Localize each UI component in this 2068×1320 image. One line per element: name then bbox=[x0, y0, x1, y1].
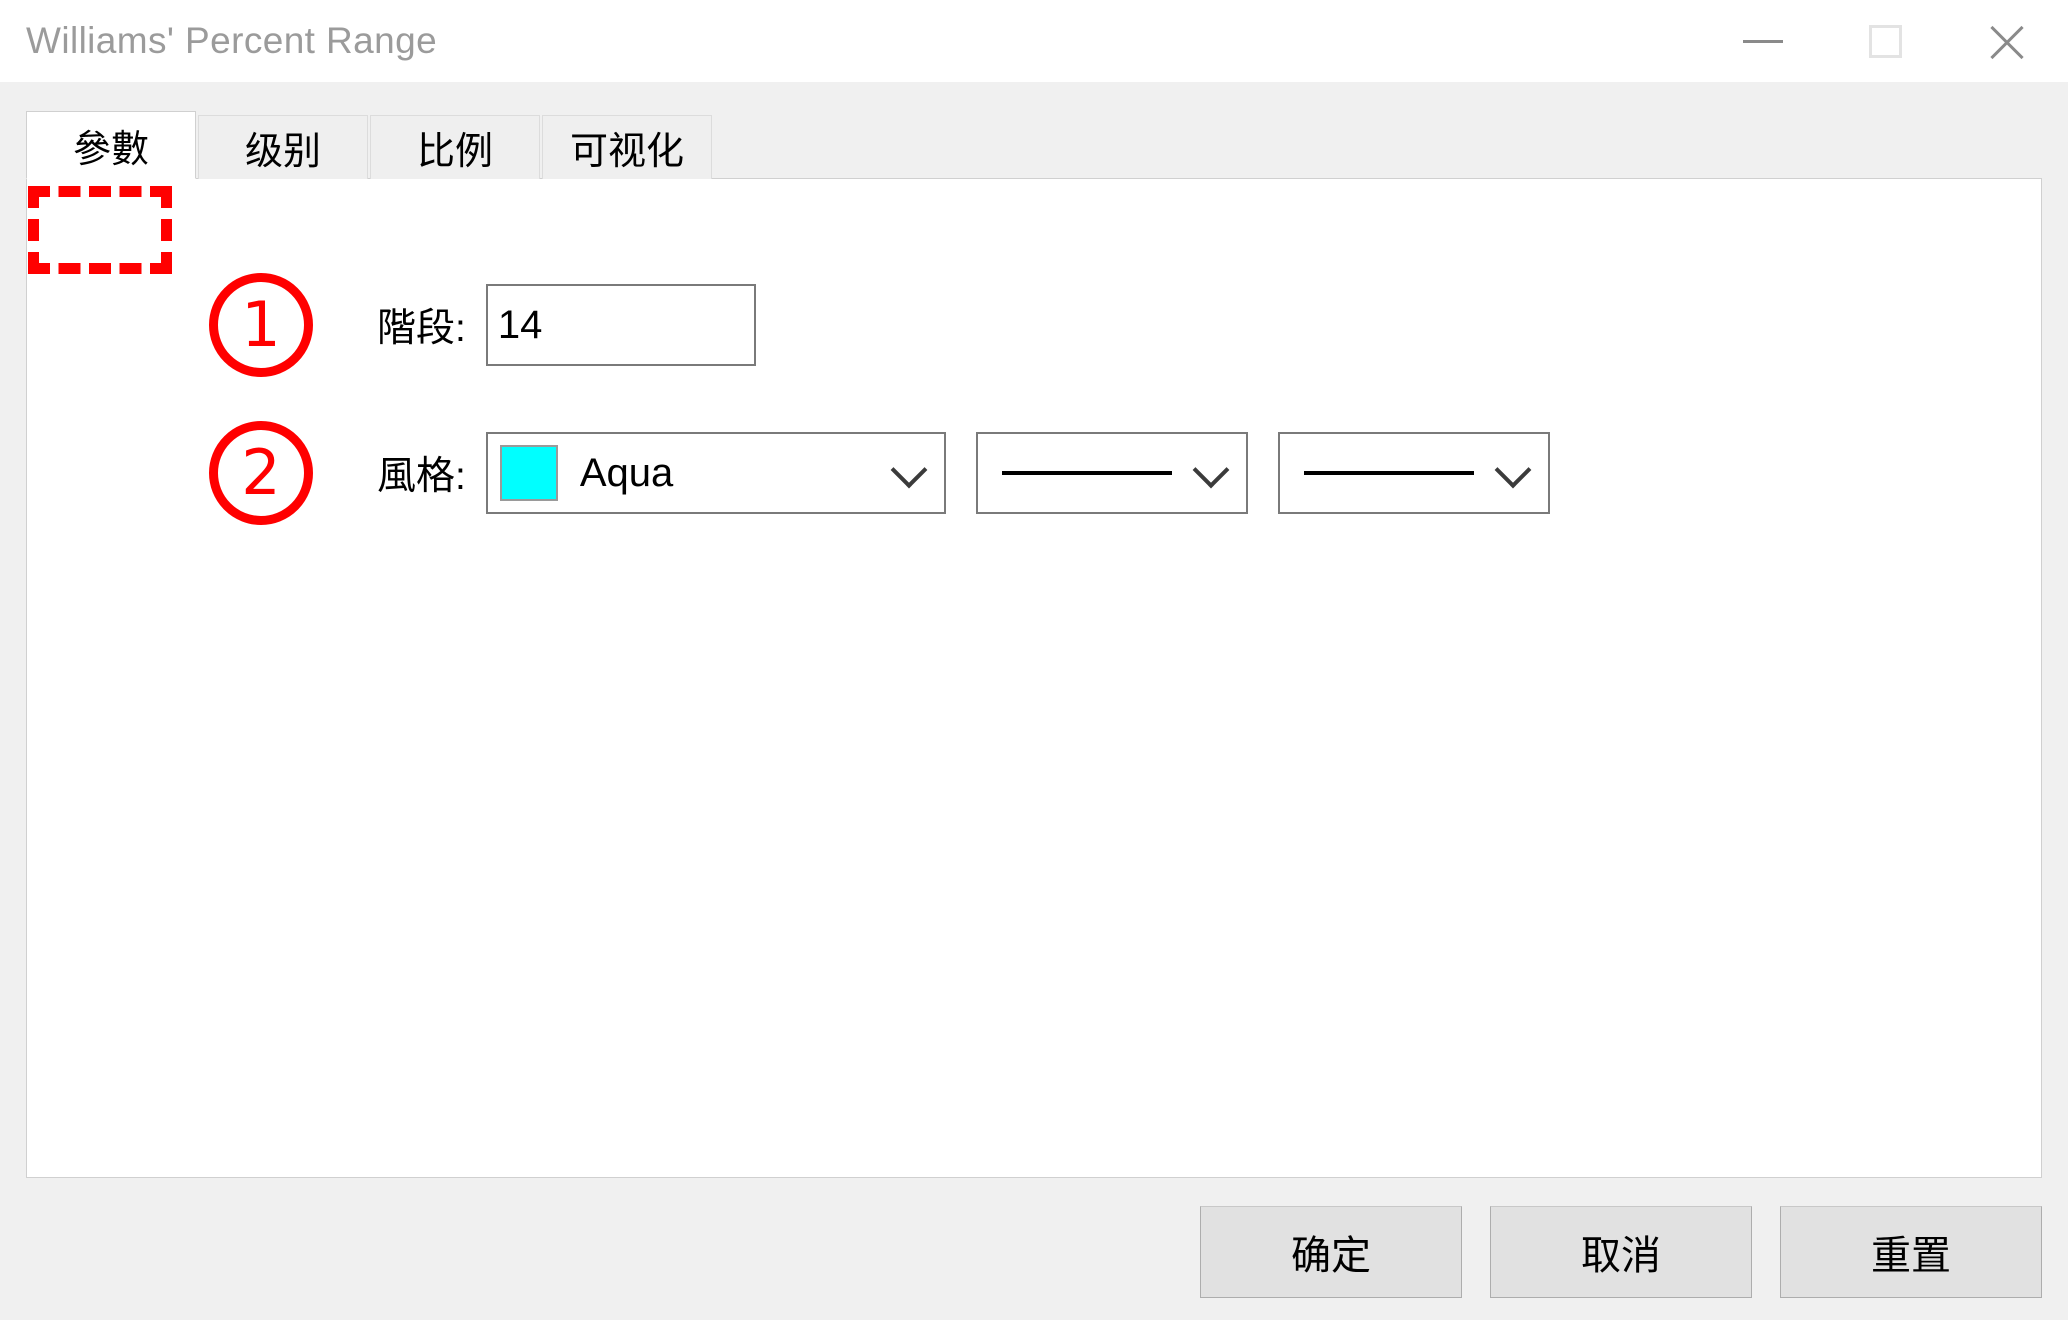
title-bar: Williams' Percent Range bbox=[0, 0, 2068, 82]
tab-scale[interactable]: 比例 bbox=[370, 115, 540, 179]
cancel-button[interactable]: 取消 bbox=[1490, 1206, 1752, 1298]
tab-scale-label: 比例 bbox=[416, 131, 493, 173]
tab-levels[interactable]: 级别 bbox=[198, 115, 368, 179]
color-select-value: Aqua bbox=[579, 450, 674, 495]
period-input[interactable]: 14 bbox=[485, 284, 756, 366]
solid-line-icon bbox=[1303, 471, 1474, 475]
close-icon bbox=[1985, 19, 2029, 63]
minimize-button[interactable] bbox=[1702, 0, 1824, 82]
tab-parameters-label: 參數 bbox=[72, 128, 149, 171]
tab-visualization-label: 可视化 bbox=[569, 131, 684, 173]
tab-parameters[interactable]: 參數 bbox=[26, 111, 196, 179]
chevron-down-icon bbox=[1494, 451, 1532, 489]
tab-bar: 參數 级别 比例 可视化 bbox=[26, 111, 714, 179]
window-controls bbox=[1702, 0, 2068, 82]
tab-visualization[interactable]: 可视化 bbox=[542, 115, 712, 179]
dialog-window: Williams' Percent Range 參數 级别 比例 可视化 1 階… bbox=[0, 0, 2068, 1320]
form-row-period: 1 階段: 14 bbox=[27, 273, 756, 377]
dialog-body: 參數 级别 比例 可视化 1 階段: 14 2 風格: Aqua 确定 取消 重… bbox=[0, 82, 2068, 1320]
reset-button[interactable]: 重置 bbox=[1780, 1206, 2042, 1298]
window-title: Williams' Percent Range bbox=[26, 20, 438, 61]
tab-panel-parameters: 1 階段: 14 2 風格: Aqua bbox=[26, 178, 2042, 1178]
ok-button[interactable]: 确定 bbox=[1200, 1206, 1462, 1298]
chevron-down-icon bbox=[1192, 451, 1230, 489]
close-button[interactable] bbox=[1946, 0, 2068, 82]
maximize-icon bbox=[1868, 24, 1902, 58]
solid-line-icon bbox=[1001, 471, 1172, 475]
chevron-down-icon bbox=[890, 451, 928, 489]
color-select[interactable]: Aqua bbox=[485, 432, 946, 514]
minimize-icon bbox=[1743, 39, 1783, 43]
form-row-style: 2 風格: Aqua bbox=[27, 421, 1550, 525]
footer-buttons: 确定 取消 重置 bbox=[1172, 1206, 2068, 1298]
period-label: 階段: bbox=[377, 307, 466, 350]
color-swatch bbox=[499, 445, 558, 501]
annotation-marker-1: 1 bbox=[209, 273, 313, 377]
line-width-select[interactable] bbox=[975, 432, 1248, 514]
annotation-marker-2: 2 bbox=[209, 421, 313, 525]
line-style-select[interactable] bbox=[1277, 432, 1550, 514]
tab-levels-label: 级别 bbox=[244, 131, 321, 173]
maximize-button[interactable] bbox=[1824, 0, 1946, 82]
style-label: 風格: bbox=[377, 455, 466, 498]
